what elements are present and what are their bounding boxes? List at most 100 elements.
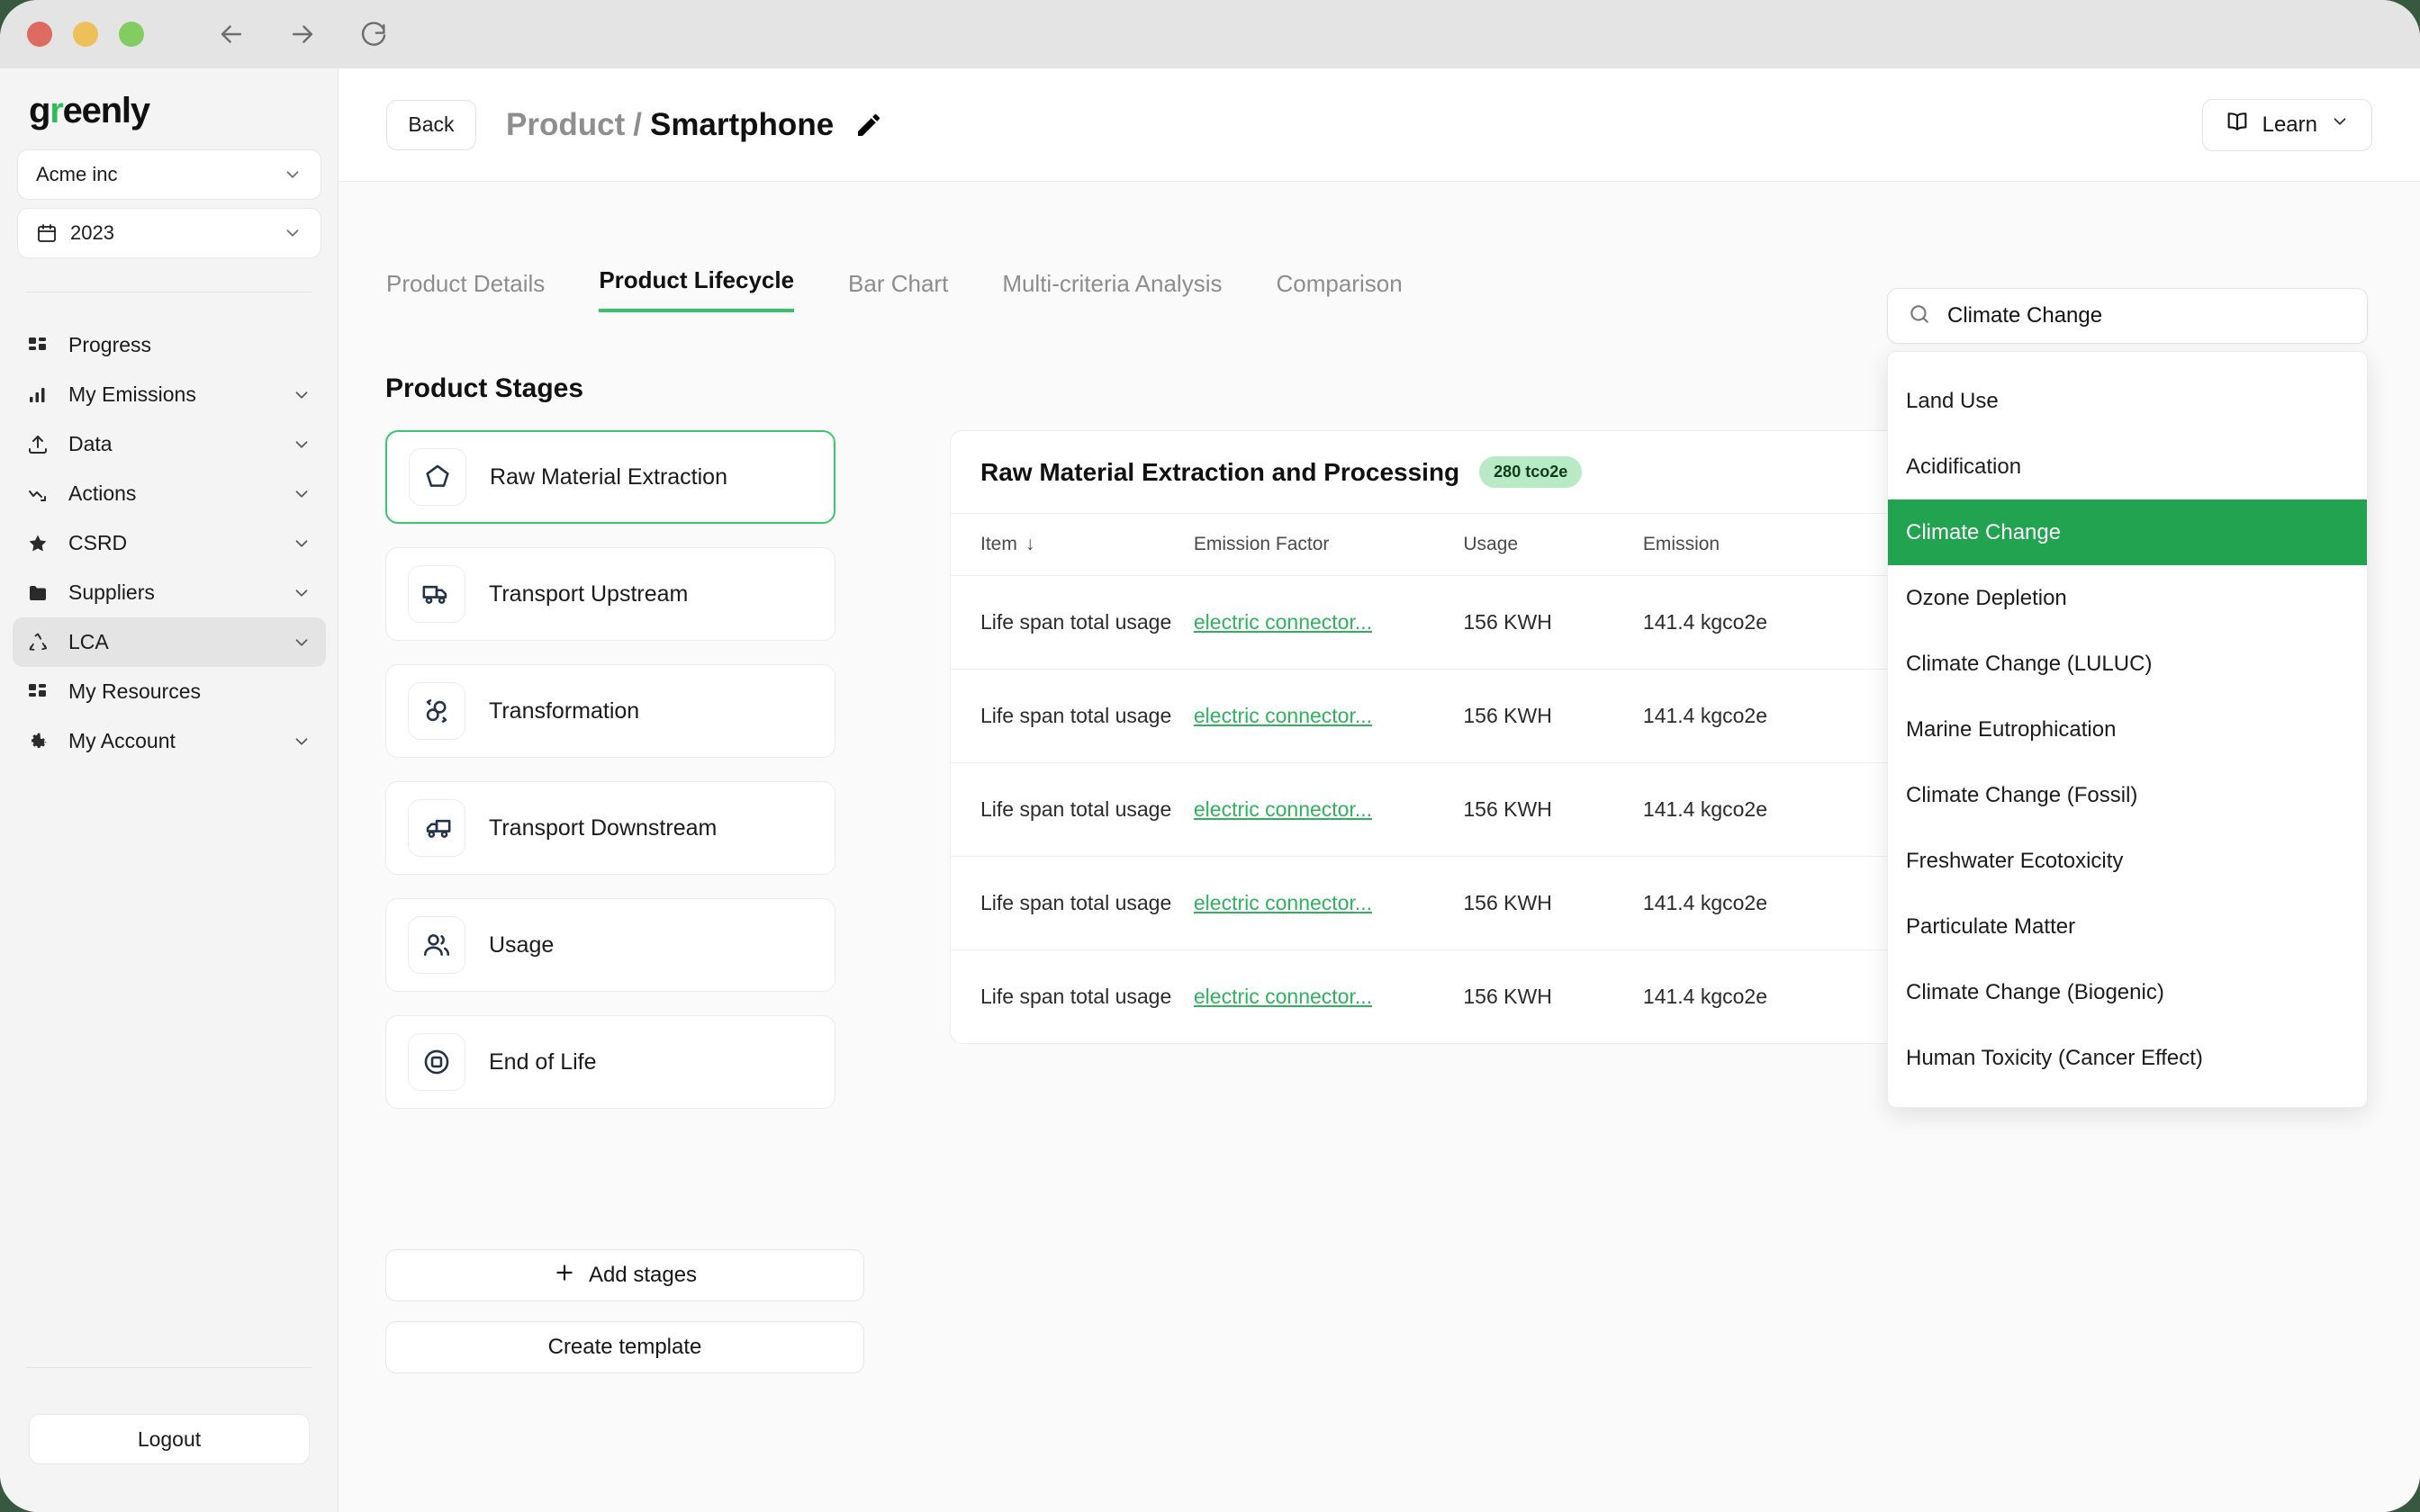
dropdown-option-climate-change-fossil[interactable]: Climate Change (Fossil) — [1888, 762, 2367, 828]
sidebar-item-my-account[interactable]: My Account — [13, 716, 326, 766]
company-selector[interactable]: Acme inc — [17, 149, 321, 200]
tab-comparison[interactable]: Comparison — [1276, 270, 1402, 312]
indicator-search-input[interactable] — [1947, 303, 2347, 328]
greenly-logo[interactable]: greenly — [29, 91, 149, 131]
emission-factor-link[interactable]: electric connector... — [1194, 704, 1372, 727]
year-selector[interactable]: 2023 — [17, 208, 321, 258]
gear-icon — [27, 731, 56, 752]
maximize-window-button[interactable] — [119, 22, 144, 47]
cell-item: Life span total usage — [951, 670, 1194, 763]
tab-product-details[interactable]: Product Details — [386, 270, 545, 312]
sidebar-item-my-emissions[interactable]: My Emissions — [13, 370, 326, 419]
stage-card-usage[interactable]: Usage — [385, 898, 835, 992]
stage-card-transport-downstream[interactable]: Transport Downstream — [385, 781, 835, 875]
sidebar-item-label: Actions — [68, 482, 292, 506]
dropdown-option-climate-change-luluc[interactable]: Climate Change (LULUC) — [1888, 631, 2367, 697]
dropdown-option-climate-change[interactable]: Climate Change — [1888, 500, 2367, 565]
cell-emission-factor: electric connector... — [1194, 670, 1464, 763]
dropdown-option-freshwater-ecotoxicity[interactable]: Freshwater Ecotoxicity — [1888, 828, 2367, 894]
tab-bar-chart[interactable]: Bar Chart — [848, 270, 948, 312]
logo-accent: r — [50, 91, 62, 130]
dropdown-option-marine-eutrophication[interactable]: Marine Eutrophication — [1888, 697, 2367, 762]
plus-icon — [553, 1261, 576, 1291]
sidebar-item-label: Progress — [68, 333, 312, 357]
sidebar-item-label: Data — [68, 432, 292, 456]
table-row[interactable]: Life span total usage electric connector… — [951, 576, 1944, 670]
tab-multi-criteria-analysis[interactable]: Multi-criteria Analysis — [1002, 270, 1222, 312]
logo-prefix: g — [29, 91, 50, 130]
indicator-dropdown: Land Use Acidification Climate Change Oz… — [1887, 351, 2368, 1108]
dropdown-option-human-toxicity-cancer-effect[interactable]: Human Toxicity (Cancer Effect) — [1888, 1025, 2367, 1091]
chevron-down-icon — [292, 385, 312, 405]
window-controls — [27, 22, 144, 47]
table-header: Item↓ Emission Factor Usage Emission — [951, 514, 1944, 576]
minimize-window-button[interactable] — [73, 22, 98, 47]
sidebar-item-lca[interactable]: LCA — [13, 617, 326, 667]
breadcrumb-parent[interactable]: Product — [506, 107, 625, 143]
bar-chart-icon — [27, 384, 56, 406]
tab-bar: Product Details Product Lifecycle Bar Ch… — [386, 266, 1457, 312]
table-row[interactable]: Life span total usage electric connector… — [951, 857, 1944, 950]
chevron-down-icon — [292, 435, 312, 454]
table-row[interactable]: Life span total usage electric connector… — [951, 670, 1944, 763]
sidebar-item-csrd[interactable]: CSRD — [13, 518, 326, 568]
sidebar-item-my-resources[interactable]: My Resources — [13, 667, 326, 716]
dropdown-option-ozone-depletion[interactable]: Ozone Depletion — [1888, 565, 2367, 631]
emission-factor-link[interactable]: electric connector... — [1194, 610, 1372, 634]
star-icon — [27, 533, 56, 554]
stage-detail-header: Raw Material Extraction and Processing 2… — [951, 431, 1944, 514]
cell-item: Life span total usage — [951, 857, 1194, 950]
stage-card-end-of-life[interactable]: End of Life — [385, 1015, 835, 1109]
table-row[interactable]: Life span total usage electric connector… — [951, 950, 1944, 1044]
emission-factor-link[interactable]: electric connector... — [1194, 891, 1372, 914]
column-header-usage[interactable]: Usage — [1463, 514, 1643, 576]
back-arrow-icon[interactable] — [216, 19, 247, 50]
sidebar-item-suppliers[interactable]: Suppliers — [13, 568, 326, 617]
reload-icon[interactable] — [358, 19, 389, 50]
sidebar-item-progress[interactable]: Progress — [13, 320, 326, 370]
column-header-item-label: Item — [980, 534, 1017, 554]
emission-factor-link[interactable]: electric connector... — [1194, 797, 1372, 821]
stage-detail-card: Raw Material Extraction and Processing 2… — [950, 430, 1945, 1044]
dropdown-option-acidification[interactable]: Acidification — [1888, 434, 2367, 500]
back-button[interactable]: Back — [386, 100, 476, 150]
dropdown-option-climate-change-biogenic[interactable]: Climate Change (Biogenic) — [1888, 959, 2367, 1025]
column-header-emission-factor[interactable]: Emission Factor — [1194, 514, 1464, 576]
sidebar-item-label: Suppliers — [68, 580, 292, 605]
stage-card-transformation[interactable]: Transformation — [385, 664, 835, 758]
stage-card-label: End of Life — [489, 1049, 597, 1076]
dropdown-option-particulate-matter[interactable]: Particulate Matter — [1888, 894, 2367, 959]
learn-button[interactable]: Learn — [2202, 99, 2372, 151]
stage-card-transport-upstream[interactable]: Transport Upstream — [385, 547, 835, 641]
stage-detail-title: Raw Material Extraction and Processing — [980, 458, 1459, 487]
stage-card-raw-material-extraction[interactable]: Raw Material Extraction — [385, 430, 835, 524]
add-stages-label: Add stages — [589, 1263, 697, 1288]
logout-button[interactable]: Logout — [29, 1414, 310, 1464]
product-stages-title: Product Stages — [385, 374, 583, 404]
create-template-button[interactable]: Create template — [385, 1321, 864, 1373]
close-window-button[interactable] — [27, 22, 52, 47]
add-stages-button[interactable]: Add stages — [385, 1249, 864, 1301]
indicator-search-box[interactable] — [1887, 288, 2368, 344]
column-header-item[interactable]: Item↓ — [951, 514, 1194, 576]
table-row[interactable]: Life span total usage electric connector… — [951, 763, 1944, 857]
cell-item: Life span total usage — [951, 576, 1194, 670]
sidebar-item-data[interactable]: Data — [13, 419, 326, 469]
users-icon — [408, 916, 465, 974]
cell-usage: 156 KWH — [1463, 670, 1643, 763]
stage-card-label: Transformation — [489, 698, 639, 724]
indicator-selector: Land Use Acidification Climate Change Oz… — [1887, 288, 2368, 1108]
sidebar-item-actions[interactable]: Actions — [13, 469, 326, 518]
cell-emission-factor: electric connector... — [1194, 950, 1464, 1044]
browser-nav-buttons — [216, 19, 389, 50]
transform-icon — [408, 682, 465, 740]
chevron-down-icon — [292, 633, 312, 652]
forward-arrow-icon[interactable] — [287, 19, 318, 50]
tab-product-lifecycle[interactable]: Product Lifecycle — [599, 266, 794, 312]
dropdown-option-land-use[interactable]: Land Use — [1888, 368, 2367, 434]
sidebar-item-label: My Account — [68, 729, 292, 753]
cell-usage: 156 KWH — [1463, 763, 1643, 857]
browser-window: greenly Acme inc 2023 Progress — [0, 0, 2420, 1512]
pencil-icon[interactable] — [854, 111, 883, 140]
emission-factor-link[interactable]: electric connector... — [1194, 985, 1372, 1008]
